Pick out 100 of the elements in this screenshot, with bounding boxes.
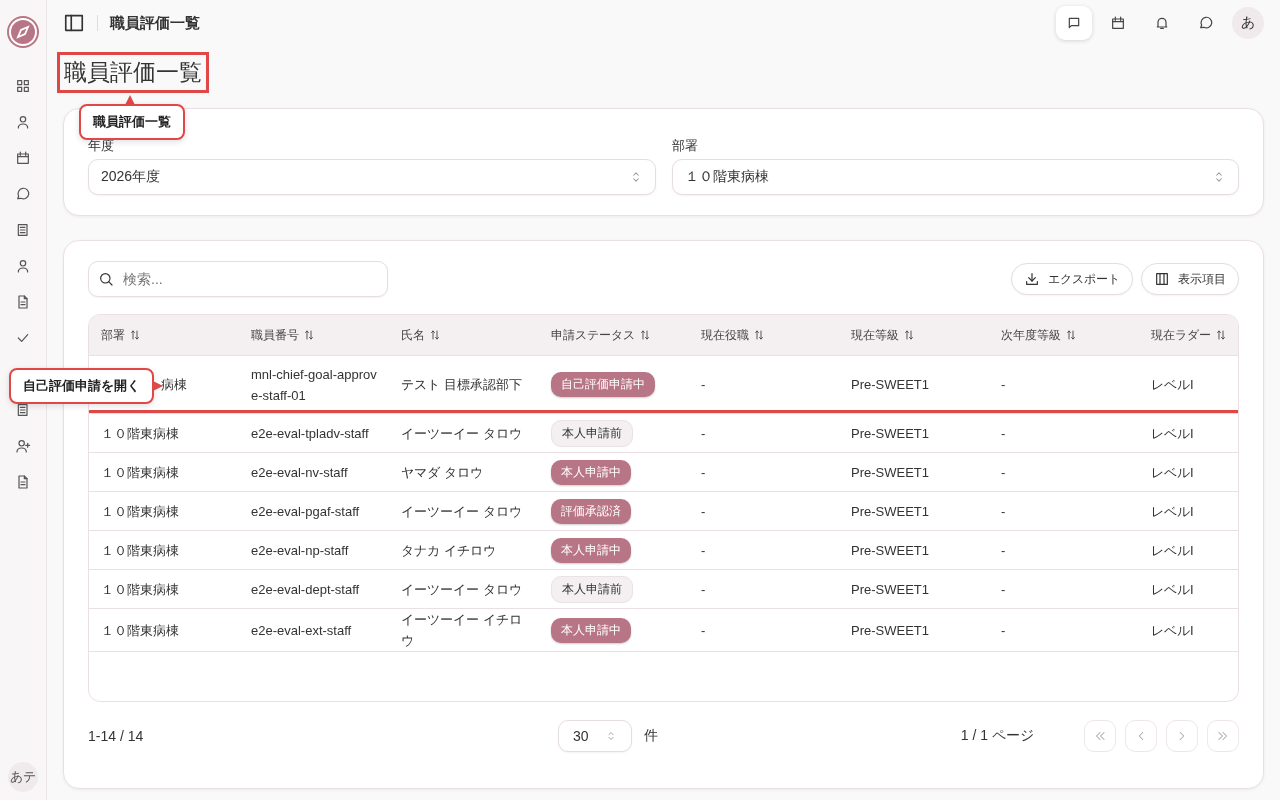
page-indicator: 1 / 1 ページ [960, 727, 1034, 745]
document-icon [15, 474, 31, 490]
table-cell: レベルI [1151, 622, 1194, 638]
filter-label: 年度 [88, 137, 114, 155]
table-cell: レベルI [1151, 503, 1194, 519]
search-field[interactable]: 検索... [88, 261, 388, 297]
sort-icon [753, 329, 765, 341]
table-cell: - [701, 503, 706, 519]
sort-icon [1065, 329, 1077, 341]
column-header[interactable]: 氏名 [401, 326, 441, 344]
sidebar-icon [63, 12, 85, 34]
table-cell: タナカ イチロウ [401, 542, 496, 558]
table-cell: レベルI [1151, 425, 1194, 441]
table-cell: 病棟 [161, 377, 187, 392]
table-cell: イーツーイー タロウ [401, 503, 522, 519]
table-cell: Pre-SWEET1 [851, 425, 929, 441]
message-button[interactable] [1056, 6, 1092, 40]
download-icon [1024, 271, 1040, 287]
sort-icon [1215, 329, 1227, 341]
compass-logo-icon [7, 16, 39, 48]
status-badge: 自己評価申請中 [551, 372, 655, 397]
table-cell: Pre-SWEET1 [851, 503, 929, 519]
table-cell: - [1001, 622, 1006, 638]
add-person-icon [15, 438, 31, 454]
table-cell: e2e-eval-ext-staff [251, 622, 352, 638]
column-header[interactable]: 現在等級 [851, 326, 915, 344]
book-icon [15, 222, 31, 238]
columns-icon [1154, 271, 1170, 287]
record-range: 1-14 / 14 [88, 728, 145, 744]
table-cell: イーツーイー タロウ [401, 581, 522, 597]
tour-tooltip: 自己評価申請を開く [9, 368, 154, 404]
table-cell: e2e-eval-tpladv-staff [251, 425, 369, 441]
table-cell: １０階東病棟 [101, 581, 179, 597]
table-cell: Pre-SWEET1 [851, 542, 929, 558]
table-cell: レベルI [1151, 377, 1194, 392]
table-cell: - [701, 622, 706, 638]
calendar-icon [1110, 15, 1126, 31]
table-cell: mnl-chief-goal-approve-staff-01 [251, 366, 377, 403]
table-cell: Pre-SWEET1 [851, 622, 929, 638]
table-cell: テスト 目標承認部下 [401, 377, 522, 392]
table-cell: １０階東病棟 [101, 542, 179, 558]
table-cell: - [1001, 377, 1006, 392]
table-cell: e2e-eval-dept-staff [251, 581, 360, 597]
person-icon [15, 258, 31, 274]
sort-icon [903, 329, 915, 341]
table-cell: e2e-eval-pgaf-staff [251, 503, 360, 519]
status-badge: 本人申請中 [551, 459, 631, 485]
chevron-updown-icon [605, 730, 617, 742]
table-cell: １０階東病棟 [101, 464, 179, 480]
sort-icon [639, 329, 651, 341]
notification-icon [1154, 15, 1170, 31]
table-cell: - [701, 377, 706, 392]
table-cell: - [1001, 503, 1006, 519]
status-badge: 評価承認済 [551, 498, 631, 524]
grid-icon [15, 78, 31, 94]
table-cell: - [1001, 464, 1006, 480]
table-cell: - [701, 581, 706, 597]
status-badge: 本人申請中 [551, 537, 631, 563]
table-cell: - [1001, 581, 1006, 597]
table-cell: ヤマダ タロウ [401, 464, 483, 480]
tooltip-arrow-icon [153, 381, 163, 391]
user-avatar[interactable]: あテ [8, 762, 38, 792]
page-size-select[interactable]: 30 [558, 720, 632, 752]
column-header[interactable]: 現在役職 [701, 326, 765, 344]
table-cell: Pre-SWEET1 [851, 581, 929, 597]
filter-select[interactable]: 2026年度 [88, 159, 656, 195]
table-cell: e2e-eval-np-staff [251, 542, 349, 558]
header-title: 職員評価一覧 [110, 13, 200, 33]
chat-icon [1198, 15, 1214, 31]
sort-icon [429, 329, 441, 341]
sort-icon [129, 329, 141, 341]
table-cell: イーツーイー タロウ [401, 425, 522, 441]
table-cell: イーツーイー イチロウ [401, 612, 522, 648]
table-cell: - [1001, 542, 1006, 558]
table-cell: レベルI [1151, 542, 1194, 558]
status-badge: 本人申請中 [551, 617, 631, 643]
status-badge: 本人申請前 [551, 575, 633, 603]
column-header[interactable]: 職員番号 [251, 326, 315, 344]
table-cell: レベルI [1151, 464, 1194, 480]
table-cell: １０階東病棟 [101, 425, 179, 441]
table-cell: - [701, 464, 706, 480]
page-title: 職員評価一覧 [57, 52, 209, 93]
table-cell: - [1001, 425, 1006, 441]
filter-select[interactable]: １０階東病棟 [671, 159, 1239, 195]
column-header[interactable]: 部署 [101, 326, 141, 344]
calendar-icon [15, 150, 31, 166]
sort-icon [303, 329, 315, 341]
table-cell: レベルI [1151, 581, 1194, 597]
tour-tooltip: 職員評価一覧 [79, 104, 185, 140]
page-size-unit: 件 [644, 727, 658, 745]
status-badge: 本人申請前 [551, 419, 633, 447]
table-cell: - [701, 542, 706, 558]
user-avatar[interactable]: あ [1232, 7, 1264, 39]
document-icon [15, 294, 31, 310]
table-cell: １０階東病棟 [101, 503, 179, 519]
table-cell: Pre-SWEET1 [851, 377, 929, 392]
columns-button[interactable]: 表示項目 [1141, 263, 1239, 295]
export-button[interactable]: エクスポート [1011, 263, 1133, 295]
sidebar-toggle-button[interactable] [63, 12, 85, 34]
table-cell: - [701, 425, 706, 441]
